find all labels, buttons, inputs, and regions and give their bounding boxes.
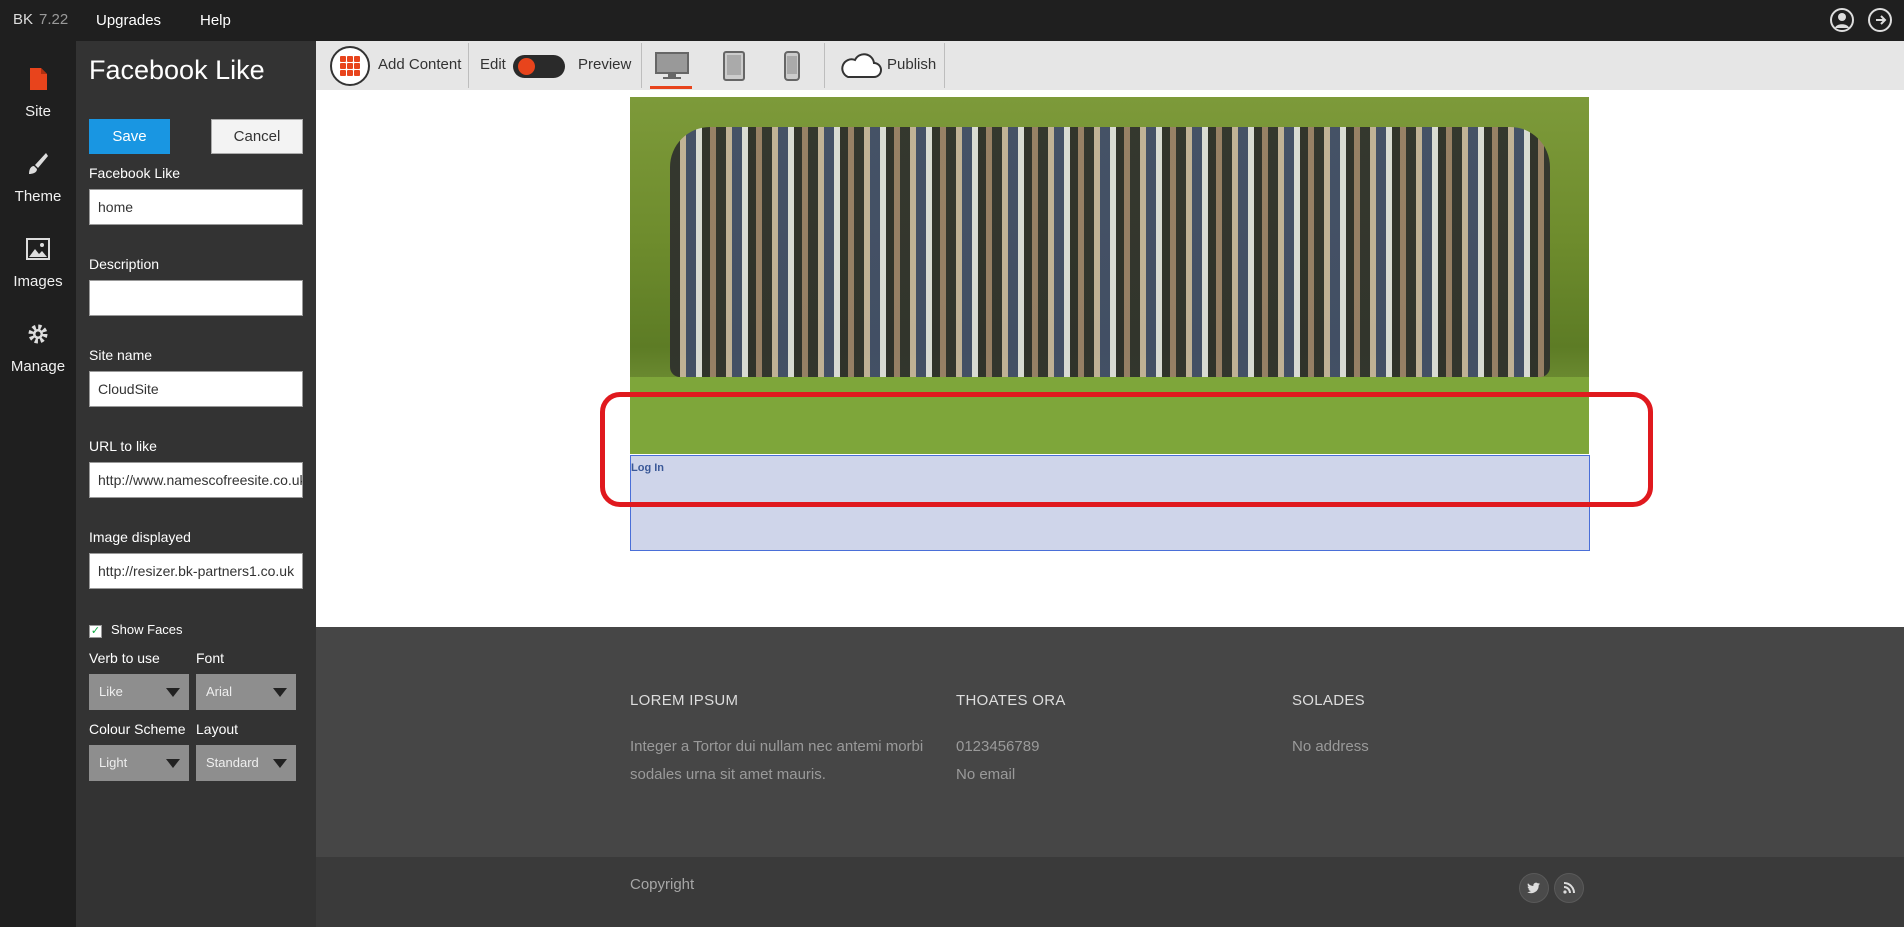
facebook-like-input[interactable]: home — [89, 189, 303, 225]
site-footer: LOREM IPSUM Integer a Tortor dui nullam … — [316, 627, 1904, 857]
footer-address: No address — [1292, 738, 1369, 755]
colour-scheme-select[interactable]: Light — [89, 745, 189, 781]
preview-label: Preview — [578, 56, 632, 73]
toolbar-divider — [468, 43, 469, 88]
gear-icon — [28, 324, 48, 344]
twitter-icon[interactable] — [1519, 873, 1549, 903]
version-label: 7.22 — [39, 11, 69, 28]
top-bar: BK 7.22 Upgrades Help — [0, 0, 1904, 41]
brand-logo[interactable]: BK 7.22 — [13, 11, 68, 28]
layout-label: Layout — [196, 721, 239, 737]
rss-icon[interactable] — [1554, 873, 1584, 903]
left-nav-rail: Site Theme Images Manage — [0, 41, 76, 927]
red-highlight-annotation — [600, 392, 1653, 507]
image-displayed-input[interactable]: http://resizer.bk-partners1.co.uk — [89, 553, 303, 589]
nav-images-label: Images — [13, 273, 63, 290]
add-content-button[interactable] — [330, 46, 370, 86]
url-to-like-label: URL to like — [89, 438, 157, 454]
chevron-down-icon — [273, 759, 287, 768]
layout-select-value: Standard — [206, 755, 259, 770]
footer-email: No email — [956, 766, 1016, 783]
editor-toolbar: Add Content Edit Preview Publish — [316, 41, 1904, 90]
properties-panel: Facebook Like Save Cancel Facebook Like … — [76, 41, 316, 927]
font-select[interactable]: Arial — [196, 674, 296, 710]
verb-select[interactable]: Like — [89, 674, 189, 710]
brand-name: BK — [13, 11, 34, 28]
footer-col1-text-2: sodales urna sit amet mauris. — [630, 766, 826, 783]
show-faces-label: Show Faces — [111, 622, 183, 637]
menu-help[interactable]: Help — [200, 12, 231, 29]
menu-upgrades[interactable]: Upgrades — [96, 12, 161, 29]
publish-button[interactable]: Publish — [887, 56, 936, 73]
verb-label: Verb to use — [89, 650, 160, 666]
desktop-icon[interactable] — [654, 51, 690, 81]
logout-icon[interactable] — [1868, 8, 1892, 32]
cloud-icon[interactable] — [838, 53, 882, 79]
copyright-text: Copyright — [630, 876, 695, 893]
layout-select[interactable]: Standard — [196, 745, 296, 781]
font-label: Font — [196, 650, 225, 666]
edit-label: Edit — [480, 56, 506, 73]
cancel-button[interactable]: Cancel — [211, 119, 303, 154]
footer-col1-title: LOREM IPSUM — [630, 692, 739, 709]
nav-site-label: Site — [25, 103, 51, 120]
chevron-down-icon — [166, 688, 180, 697]
toolbar-divider — [824, 43, 825, 88]
font-select-value: Arial — [206, 684, 233, 699]
toolbar-divider — [641, 43, 642, 88]
paintbrush-icon — [29, 153, 48, 174]
photo-crowd — [670, 127, 1550, 377]
grid-icon — [340, 56, 360, 76]
toggle-knob — [518, 58, 535, 75]
nav-theme-label: Theme — [14, 188, 62, 205]
colour-scheme-label: Colour Scheme — [89, 721, 186, 737]
url-to-like-input[interactable]: http://www.namescofreesite.co.uk — [89, 462, 303, 498]
description-label: Description — [89, 256, 160, 272]
verb-select-value: Like — [99, 684, 123, 699]
add-content-label[interactable]: Add Content — [378, 56, 461, 73]
footer-phone: 0123456789 — [956, 738, 1040, 755]
nav-theme[interactable]: Theme — [0, 136, 76, 216]
show-faces-checkbox[interactable]: ✓ — [89, 625, 102, 638]
file-icon — [30, 68, 47, 90]
toolbar-divider — [944, 43, 945, 88]
panel-title: Facebook Like — [89, 55, 265, 85]
save-button[interactable]: Save — [89, 119, 170, 154]
account-icon[interactable] — [1830, 8, 1854, 32]
edit-preview-toggle[interactable] — [513, 55, 565, 78]
nav-manage[interactable]: Manage — [0, 306, 76, 386]
facebook-like-label: Facebook Like — [89, 165, 181, 181]
description-input[interactable] — [89, 280, 303, 316]
footer-col1-text-1: Integer a Tortor dui nullam nec antemi m… — [630, 738, 924, 755]
nav-site[interactable]: Site — [0, 51, 76, 131]
chevron-down-icon — [273, 688, 287, 697]
colour-scheme-value: Light — [99, 755, 128, 770]
tablet-icon[interactable] — [722, 50, 746, 82]
phone-icon[interactable] — [783, 50, 801, 82]
footer-col3-title: SOLADES — [1292, 692, 1365, 709]
footer-col2-title: THOATES ORA — [956, 692, 1066, 709]
nav-images[interactable]: Images — [0, 221, 76, 301]
chevron-down-icon — [166, 759, 180, 768]
nav-manage-label: Manage — [10, 358, 66, 375]
site-name-input[interactable]: CloudSite — [89, 371, 303, 407]
copyright-bar: Copyright — [316, 857, 1904, 927]
image-displayed-label: Image displayed — [89, 529, 191, 545]
active-device-indicator — [650, 86, 692, 89]
site-name-label: Site name — [89, 347, 153, 363]
image-icon — [26, 238, 50, 260]
